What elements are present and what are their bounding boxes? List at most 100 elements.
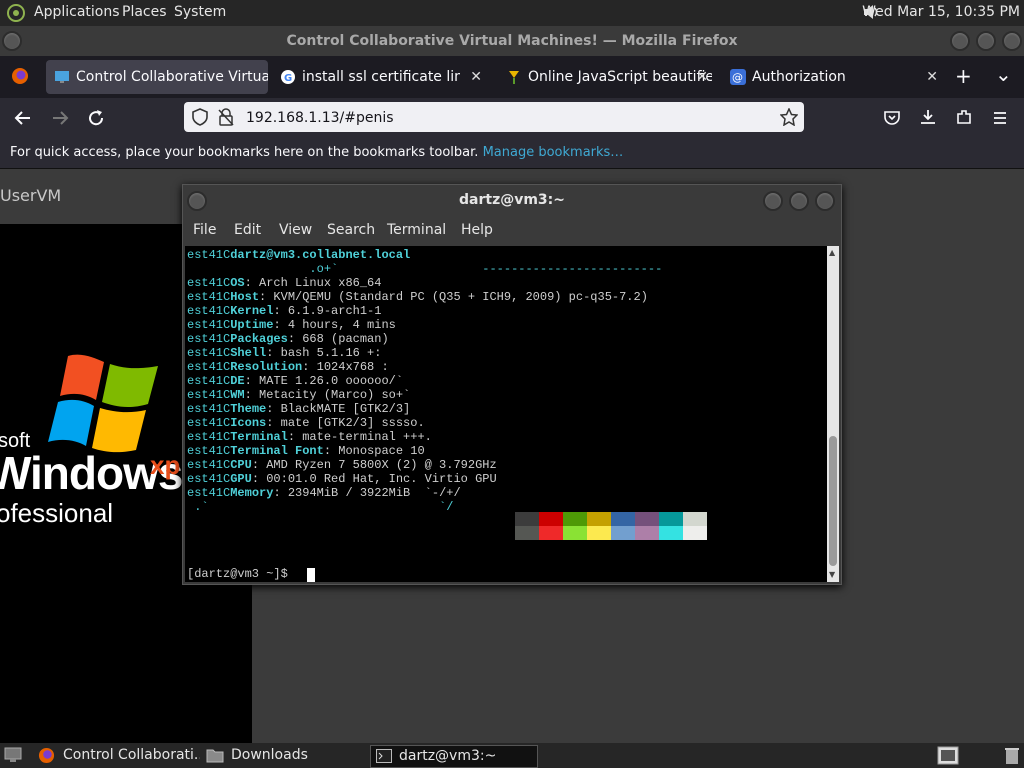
terminal-minimize-button[interactable] [763, 191, 783, 211]
menu-places[interactable]: Places [122, 4, 167, 20]
color-swatch [587, 526, 611, 540]
line-value: : 00:01.0 Red Hat, Inc. Virtio GPU [251, 472, 497, 486]
line-key: WM [230, 388, 245, 402]
workspace-switcher-icon[interactable] [937, 746, 959, 765]
line-prefix: est41C [187, 388, 231, 402]
color-swatch [611, 526, 635, 540]
color-swatch [563, 512, 587, 526]
back-arrow-icon[interactable] [14, 109, 32, 127]
line-value: : bash 5.1.16 +: [266, 346, 382, 360]
terminal-line: est41CShell: bash 5.1.16 +: [187, 346, 381, 360]
line-value: : KVM/QEMU (Standard PC (Q35 + ICH9, 200… [259, 290, 648, 304]
terminal-menu-terminal[interactable]: Terminal [387, 215, 446, 245]
tab-install-ssl[interactable]: G install ssl certificate linux - G ✕ [272, 60, 486, 94]
svg-text:@: @ [732, 71, 743, 84]
color-swatch [635, 526, 659, 540]
terminal-menubar: File Edit View Search Terminal Help [183, 215, 841, 245]
line-key: Shell [230, 346, 267, 360]
maximize-button[interactable] [976, 31, 996, 51]
color-swatch [659, 512, 683, 526]
downloads-icon[interactable] [919, 108, 937, 126]
line-key: Icons [230, 416, 267, 430]
terminal-window[interactable]: dartz@vm3:~ File Edit View Search Termin… [182, 184, 842, 585]
line-prefix: .` [187, 500, 209, 514]
taskbar-downloads[interactable]: Downloads [204, 745, 364, 766]
bookmark-star-icon[interactable] [780, 108, 798, 126]
line-key: CPU [230, 458, 252, 472]
tab-close-button[interactable]: ✕ [926, 60, 938, 94]
new-tab-button[interactable]: + [955, 64, 972, 88]
insecure-lock-icon[interactable] [218, 108, 234, 126]
at-icon: @ [730, 69, 746, 85]
color-swatch [563, 526, 587, 540]
forward-arrow-icon[interactable] [51, 109, 69, 127]
line-prefix: est41C [187, 360, 231, 374]
taskbar-firefox[interactable]: Control Collaborati... [36, 745, 200, 766]
show-desktop-icon[interactable] [4, 747, 22, 763]
close-window-button[interactable] [1002, 31, 1022, 51]
line-prefix: est41C [187, 486, 231, 500]
firefox-view-icon[interactable] [11, 67, 29, 85]
mate-logo-icon[interactable] [6, 3, 26, 23]
scrollbar-thumb[interactable] [829, 436, 837, 566]
terminal-menu-view[interactable]: View [279, 215, 312, 245]
tab-control-collaborative[interactable]: Control Collaborative Virtua [46, 60, 268, 94]
url-bar[interactable] [184, 102, 804, 132]
terminal-cursor [307, 568, 315, 582]
firefox-icon [38, 747, 55, 764]
manage-bookmarks-link[interactable]: Manage bookmarks… [483, 145, 624, 160]
taskbar-label: dartz@vm3:~ [399, 748, 497, 764]
trash-icon[interactable] [1004, 746, 1020, 765]
terminal-title: dartz@vm3:~ [459, 192, 565, 208]
terminal-line: est41CTheme: BlackMATE [GTK2/3] [187, 402, 410, 416]
line-prefix: est41C [187, 458, 231, 472]
terminal-close-button[interactable] [815, 191, 835, 211]
menu-applications[interactable]: Applications [34, 4, 120, 20]
scroll-down-arrow-icon[interactable]: ▼ [829, 570, 835, 579]
reload-icon[interactable] [87, 109, 105, 127]
line-prefix: est41C [187, 318, 231, 332]
window-menu-button[interactable] [2, 31, 22, 51]
taskbar-terminal[interactable]: dartz@vm3:~ [370, 745, 538, 768]
terminal-menu-edit[interactable]: Edit [234, 215, 261, 245]
line-value: : 668 (pacman) [287, 332, 389, 346]
scroll-up-arrow-icon[interactable]: ▲ [829, 248, 835, 257]
terminal-menu-file[interactable]: File [193, 215, 216, 245]
terminal-menu-search[interactable]: Search [327, 215, 375, 245]
color-swatch [683, 526, 707, 540]
minimize-button[interactable] [950, 31, 970, 51]
menu-system[interactable]: System [174, 4, 226, 20]
terminal-maximize-button[interactable] [789, 191, 809, 211]
line-value: : Metacity (Marco) so+` [244, 388, 411, 402]
monitor-icon [55, 71, 69, 83]
list-tabs-button[interactable]: ⌄ [995, 62, 1012, 86]
firefox-titlebar: Control Collaborative Virtual Machines! … [0, 26, 1024, 56]
pocket-icon[interactable] [883, 109, 901, 127]
tab-label: install ssl certificate linux - G [302, 69, 460, 85]
tab-close-button[interactable]: ✕ [696, 60, 708, 94]
line-value: `/ [208, 500, 454, 514]
xp-professional-text: ofessional [0, 498, 114, 528]
line-key: DE [230, 374, 245, 388]
extensions-icon[interactable] [955, 108, 973, 126]
shield-icon[interactable] [192, 108, 208, 126]
hamburger-menu-icon[interactable] [991, 109, 1009, 127]
terminal-menu-help[interactable]: Help [461, 215, 493, 245]
clock[interactable]: Wed Mar 15, 10:35 PM [862, 4, 1020, 20]
terminal-line: est41CGPU: 00:01.0 Red Hat, Inc. Virtio … [187, 472, 497, 486]
line-prefix: est41C [187, 332, 231, 346]
taskbar-label: Control Collaborati... [63, 747, 200, 763]
line-prefix: est41C [187, 402, 231, 416]
svg-text:G: G [284, 73, 292, 84]
terminal-screen[interactable]: est41Cdartz@vm3.collabnet.local .o+` ---… [185, 246, 827, 582]
tab-authorization[interactable]: @ Authorization ✕ [722, 60, 942, 94]
windows-xp-logo-icon [48, 354, 158, 453]
color-swatch [539, 526, 563, 540]
top-panel: Applications Places System Wed Mar 15, 1… [0, 0, 1024, 26]
url-input[interactable] [244, 106, 748, 130]
terminal-scrollbar[interactable]: ▲ ▼ [827, 246, 839, 582]
tab-js-beautifier[interactable]: Online JavaScript beautifier ✕ [498, 60, 712, 94]
line-value: : Arch Linux x86_64 [244, 276, 382, 290]
terminal-line: est41CIcons: mate [GTK2/3] sssso. [187, 416, 425, 430]
tab-close-button[interactable]: ✕ [470, 60, 482, 94]
